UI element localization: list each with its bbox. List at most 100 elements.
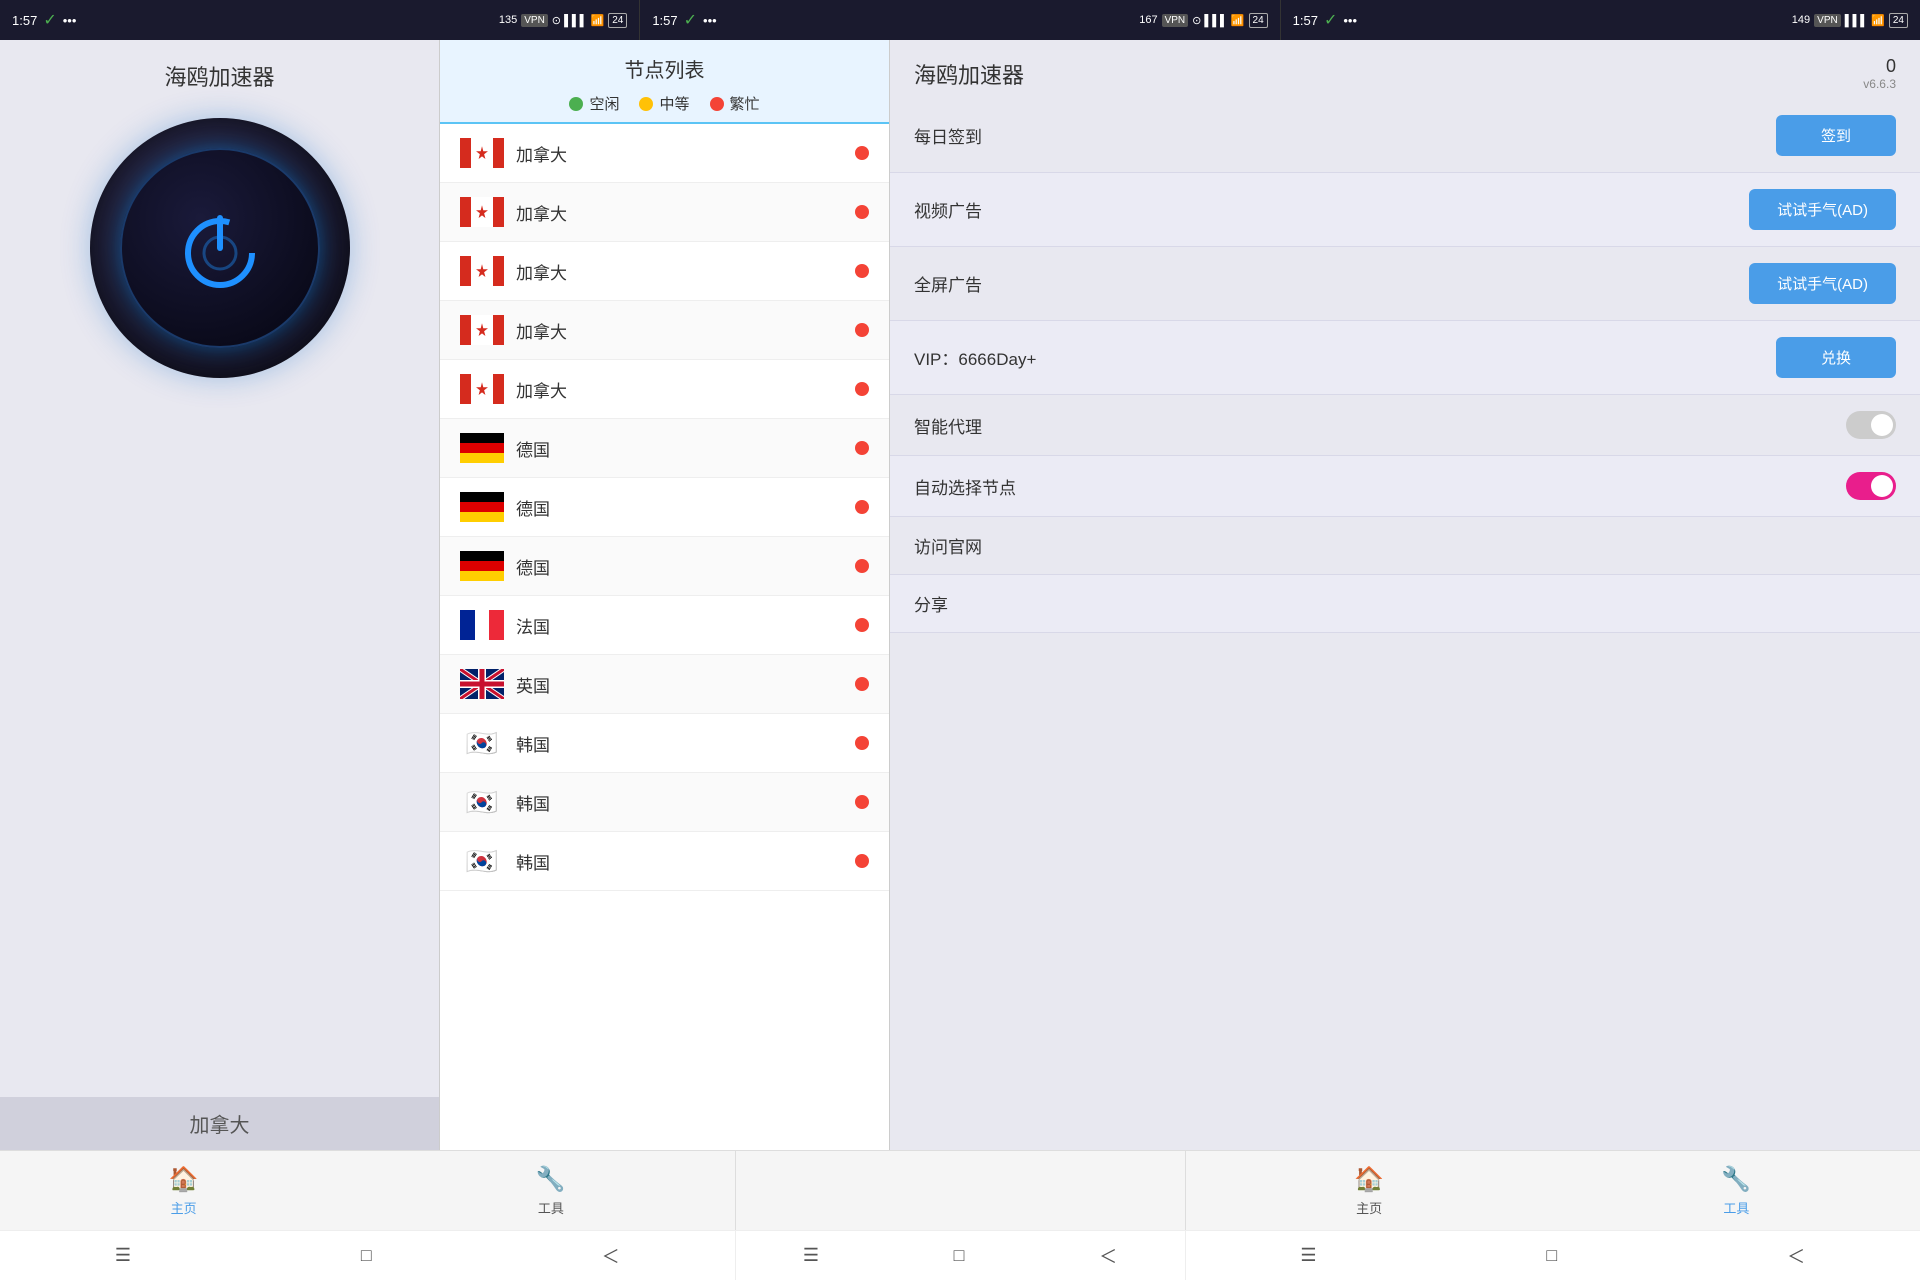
status-bar-3: 1:57 ✓ ••• 149 VPN ▌▌▌ 📶 24 bbox=[1281, 0, 1920, 40]
settings-label-5: 自动选择节点 bbox=[914, 474, 1016, 499]
flag-canada-3 bbox=[460, 315, 504, 345]
settings-item-3: VIP：6666Day+ 兑换 bbox=[890, 321, 1920, 395]
flag-germany-6 bbox=[460, 492, 504, 522]
vpn-icon-1: ✓ bbox=[43, 10, 56, 30]
settings-item-0: 每日签到 签到 bbox=[890, 99, 1920, 173]
flag-germany-7 bbox=[460, 551, 504, 581]
back-btn-right[interactable]: ＜ bbox=[1787, 1243, 1805, 1269]
toggle-off-4[interactable] bbox=[1846, 411, 1896, 439]
sys-nav-left: ☰ □ ＜ bbox=[0, 1230, 736, 1280]
settings-item-4: 智能代理 bbox=[890, 395, 1920, 456]
main-layout: 海鸥加速器 加拿大 节点列表 空闲 中等 bbox=[0, 40, 1920, 1150]
flag-korea-10: 🇰🇷 bbox=[460, 728, 504, 758]
node-status-9 bbox=[855, 677, 869, 691]
node-item-5[interactable]: 德国 bbox=[440, 419, 889, 478]
status-time-3: 1:57 ✓ ••• bbox=[1293, 10, 1357, 30]
home-btn-mid[interactable]: □ bbox=[954, 1245, 965, 1266]
power-icon bbox=[170, 198, 270, 298]
settings-btn-3[interactable]: 兑换 bbox=[1776, 337, 1896, 378]
node-status-11 bbox=[855, 795, 869, 809]
node-item-10[interactable]: 🇰🇷 韩国 bbox=[440, 714, 889, 773]
status-time-2: 1:57 ✓ ••• bbox=[652, 10, 716, 30]
node-item-4[interactable]: 加拿大 bbox=[440, 360, 889, 419]
bottom-nav-container: 🏠 主页 🔧 工具 🏠 主页 🔧 工具 bbox=[0, 1150, 1920, 1230]
tools-label-right: 工具 bbox=[1723, 1198, 1749, 1217]
menu-btn-mid[interactable]: ☰ bbox=[803, 1245, 819, 1266]
node-list: 加拿大 加拿大 加拿大 加拿大 bbox=[440, 124, 889, 1150]
power-inner bbox=[120, 148, 320, 348]
node-item-1[interactable]: 加拿大 bbox=[440, 183, 889, 242]
right-header: 海鸥加速器 0 v6.6.3 bbox=[890, 40, 1920, 99]
status-bar-2: 1:57 ✓ ••• 167 VPN ⊙ ▌▌▌ 📶 24 bbox=[640, 0, 1280, 40]
vpn-icon-3: ✓ bbox=[1324, 10, 1337, 30]
nav-tools-right[interactable]: 🔧 工具 bbox=[1721, 1165, 1751, 1217]
flag-korea-11: 🇰🇷 bbox=[460, 787, 504, 817]
node-status-4 bbox=[855, 382, 869, 396]
settings-item-7: 分享 bbox=[890, 575, 1920, 633]
home-btn-left[interactable]: □ bbox=[361, 1245, 372, 1266]
settings-btn-2[interactable]: 试试手气(AD) bbox=[1749, 263, 1896, 304]
node-item-9[interactable]: 英国 bbox=[440, 655, 889, 714]
bottom-nav-right: 🏠 主页 🔧 工具 bbox=[1186, 1150, 1920, 1230]
power-button[interactable] bbox=[90, 118, 350, 378]
settings-list: 每日签到 签到 视频广告 试试手气(AD) 全屏广告 试试手气(AD) VIP：… bbox=[890, 99, 1920, 1150]
node-item-12[interactable]: 🇰🇷 韩国 bbox=[440, 832, 889, 891]
node-item-11[interactable]: 🇰🇷 韩国 bbox=[440, 773, 889, 832]
node-status-2 bbox=[855, 264, 869, 278]
flag-uk-9 bbox=[460, 669, 504, 699]
node-name-9: 英国 bbox=[516, 672, 855, 697]
node-item-3[interactable]: 加拿大 bbox=[440, 301, 889, 360]
node-status-3 bbox=[855, 323, 869, 337]
node-item-2[interactable]: 加拿大 bbox=[440, 242, 889, 301]
settings-item-6: 访问官网 bbox=[890, 517, 1920, 575]
right-panel-title: 海鸥加速器 bbox=[914, 58, 1024, 90]
home-icon-left: 🏠 bbox=[169, 1165, 199, 1194]
back-btn-left[interactable]: ＜ bbox=[602, 1243, 620, 1269]
settings-label-3: VIP：6666Day+ bbox=[914, 345, 1036, 370]
vpn-icon-2: ✓ bbox=[684, 10, 697, 30]
left-panel-title: 海鸥加速器 bbox=[164, 40, 274, 108]
node-name-8: 法国 bbox=[516, 613, 855, 638]
node-name-2: 加拿大 bbox=[516, 259, 855, 284]
country-label: 加拿大 bbox=[0, 1097, 439, 1150]
node-header: 节点列表 空闲 中等 繁忙 bbox=[440, 40, 889, 124]
node-name-0: 加拿大 bbox=[516, 141, 855, 166]
settings-label-0: 每日签到 bbox=[914, 123, 982, 148]
settings-btn-1[interactable]: 试试手气(AD) bbox=[1749, 189, 1896, 230]
node-item-6[interactable]: 德国 bbox=[440, 478, 889, 537]
menu-btn-left[interactable]: ☰ bbox=[115, 1245, 131, 1266]
node-name-1: 加拿大 bbox=[516, 200, 855, 225]
settings-label-7: 分享 bbox=[914, 591, 948, 616]
node-item-7[interactable]: 德国 bbox=[440, 537, 889, 596]
node-status-8 bbox=[855, 618, 869, 632]
node-item-0[interactable]: 加拿大 bbox=[440, 124, 889, 183]
node-legend: 空闲 中等 繁忙 bbox=[456, 93, 873, 114]
flag-france-8 bbox=[460, 610, 504, 640]
menu-btn-right[interactable]: ☰ bbox=[1300, 1245, 1316, 1266]
legend-free: 空闲 bbox=[569, 93, 619, 114]
home-icon-right: 🏠 bbox=[1354, 1165, 1384, 1194]
node-item-8[interactable]: 法国 bbox=[440, 596, 889, 655]
home-btn-right[interactable]: □ bbox=[1546, 1245, 1557, 1266]
tools-icon-left: 🔧 bbox=[536, 1165, 566, 1194]
settings-item-5: 自动选择节点 bbox=[890, 456, 1920, 517]
bottom-nav-left: 🏠 主页 🔧 工具 bbox=[0, 1150, 736, 1230]
settings-label-4: 智能代理 bbox=[914, 413, 982, 438]
node-name-4: 加拿大 bbox=[516, 377, 855, 402]
back-btn-mid[interactable]: ＜ bbox=[1099, 1243, 1117, 1269]
toggle-on-5[interactable] bbox=[1846, 472, 1896, 500]
legend-dot-free bbox=[569, 97, 583, 111]
node-name-10: 韩国 bbox=[516, 731, 855, 756]
status-icons-1: 135 VPN ⊙ ▌▌▌ 📶 24 bbox=[499, 13, 627, 28]
node-status-5 bbox=[855, 441, 869, 455]
settings-btn-0[interactable]: 签到 bbox=[1776, 115, 1896, 156]
nav-tools-left[interactable]: 🔧 工具 bbox=[536, 1165, 566, 1217]
settings-label-2: 全屏广告 bbox=[914, 271, 982, 296]
flag-canada-0 bbox=[460, 138, 504, 168]
status-bars: 1:57 ✓ ••• 135 VPN ⊙ ▌▌▌ 📶 24 1:57 ✓ •••… bbox=[0, 0, 1920, 40]
flag-korea-12: 🇰🇷 bbox=[460, 846, 504, 876]
nav-home-right[interactable]: 🏠 主页 bbox=[1354, 1165, 1384, 1217]
right-panel: 海鸥加速器 0 v6.6.3 每日签到 签到 视频广告 试试手气(AD) 全屏广… bbox=[890, 40, 1920, 1150]
node-name-6: 德国 bbox=[516, 495, 855, 520]
nav-home-left[interactable]: 🏠 主页 bbox=[169, 1165, 199, 1217]
